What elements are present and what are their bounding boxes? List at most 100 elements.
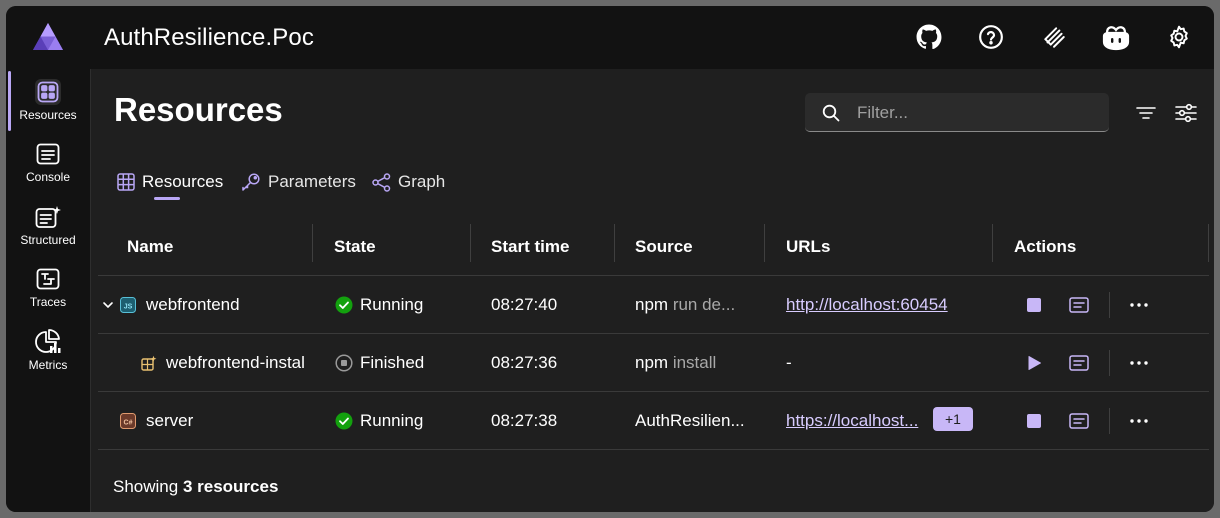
resource-state: Running: [360, 295, 424, 314]
app-window: AuthResilience.Poc Resources Console Str…: [6, 6, 1214, 512]
action-divider: [1109, 292, 1110, 318]
stop-button[interactable]: [1024, 411, 1044, 431]
resource-state: Running: [360, 411, 424, 430]
graph-nodes-icon: [372, 172, 391, 192]
start-button[interactable]: [1024, 353, 1044, 373]
column-header-name[interactable]: Name: [127, 237, 173, 257]
traces-icon: [35, 266, 61, 292]
action-divider: [1109, 408, 1110, 434]
resource-source: AuthResilien...: [635, 411, 745, 431]
source-command: npm: [635, 353, 669, 372]
sidebar-item-metrics[interactable]: Metrics: [6, 321, 90, 381]
column-resize-handle[interactable]: [992, 224, 993, 262]
search-icon: [822, 104, 840, 122]
tab-label: Parameters: [268, 172, 356, 191]
source-command: AuthResilien...: [635, 411, 745, 430]
resources-grid-icon: [35, 79, 61, 105]
endpoint-empty: -: [786, 353, 792, 372]
source-args: run de...: [672, 295, 736, 314]
source-args: install: [672, 353, 717, 372]
aspire-logo-icon[interactable]: [32, 22, 64, 52]
github-icon[interactable]: [914, 22, 944, 52]
table-row: C# server Running 08:27:38 AuthResilien.…: [98, 392, 1209, 450]
settings-sliders-icon[interactable]: [1174, 102, 1198, 124]
table-row: JS webfrontend Running 08:27:40 npm run …: [98, 276, 1209, 334]
column-resize-handle[interactable]: [470, 224, 471, 262]
csharp-project-icon: C#: [118, 411, 138, 431]
javascript-project-icon: JS: [118, 295, 138, 315]
column-header-source[interactable]: Source: [635, 237, 693, 257]
settings-gear-icon[interactable]: [1164, 22, 1194, 52]
column-header-state[interactable]: State: [334, 237, 376, 257]
resource-name[interactable]: webfrontend: [146, 295, 240, 315]
tab-label: Resources: [142, 172, 224, 191]
tab-label: Graph: [398, 172, 446, 191]
page-title: Resources: [114, 91, 283, 128]
tab-parameters[interactable]: Parameters: [241, 169, 356, 195]
column-resize-handle[interactable]: [764, 224, 765, 262]
sidebar-item-label: Console: [25, 170, 71, 184]
expand-chevron-icon[interactable]: [98, 295, 118, 315]
filter-search-box[interactable]: [805, 93, 1109, 133]
tab-resources[interactable]: Resources: [117, 169, 223, 195]
filter-input[interactable]: [855, 93, 1099, 133]
table-row: webfrontend-instal Finished 08:27:36 npm…: [98, 334, 1209, 392]
key-icon: [242, 173, 260, 191]
tab-graph[interactable]: Graph: [372, 169, 445, 195]
sidebar-item-label: Resources: [19, 108, 77, 122]
executable-project-icon: [139, 353, 159, 373]
column-resize-handle[interactable]: [312, 224, 313, 262]
svg-text:JS: JS: [124, 304, 133, 311]
sidebar-item-console[interactable]: Console: [6, 133, 90, 193]
console-logs-button[interactable]: [1069, 295, 1089, 315]
more-options-icon[interactable]: [1129, 295, 1149, 315]
sidebar-item-label: Structured: [20, 233, 76, 247]
active-tab-indicator: [154, 197, 180, 200]
running-check-icon: [334, 411, 354, 431]
endpoint-link[interactable]: https://localhost...: [786, 411, 918, 431]
resource-name[interactable]: webfrontend-instal: [166, 353, 305, 373]
main-content: Resources Filter... Resources Parameters…: [91, 69, 1214, 512]
more-urls-badge[interactable]: +1: [933, 407, 973, 431]
footer-count: 3 resources: [182, 477, 279, 496]
column-resize-handle[interactable]: [1208, 224, 1209, 262]
footer-prefix: Showing: [113, 477, 179, 496]
action-divider: [1109, 350, 1110, 376]
app-title: AuthResilience.Poc: [104, 24, 314, 51]
resource-name[interactable]: server: [146, 411, 193, 431]
metrics-chart-icon: [35, 329, 61, 355]
sidebar-item-resources[interactable]: Resources: [6, 71, 90, 131]
column-header-start-time[interactable]: Start time: [491, 237, 569, 257]
table-grid-icon: [117, 173, 135, 191]
more-options-icon[interactable]: [1129, 353, 1149, 373]
column-resize-handle[interactable]: [614, 224, 615, 262]
help-icon[interactable]: [976, 22, 1006, 52]
sidebar: Resources Console Structured Traces Metr…: [6, 69, 91, 512]
sidebar-item-label: Traces: [29, 295, 67, 309]
resource-count-footer: Showing 3 resources: [113, 477, 278, 497]
copilot-icon[interactable]: [1101, 22, 1131, 52]
source-command: npm: [635, 295, 669, 314]
stop-button[interactable]: [1024, 295, 1044, 315]
resource-start-time: 08:27:40: [491, 295, 558, 314]
column-header-urls[interactable]: URLs: [786, 237, 830, 257]
svg-text:C#: C#: [124, 419, 133, 426]
endpoint-link[interactable]: http://localhost:60454: [786, 295, 948, 315]
column-header-actions: Actions: [1014, 237, 1077, 256]
filter-lines-icon[interactable]: [1134, 102, 1158, 124]
structured-logs-icon: [35, 204, 61, 230]
console-icon: [35, 141, 61, 167]
console-logs-button[interactable]: [1069, 353, 1089, 373]
top-bar: AuthResilience.Poc: [6, 6, 1214, 70]
sidebar-item-structured[interactable]: Structured: [6, 196, 90, 256]
sidebar-active-indicator: [8, 71, 11, 131]
console-logs-button[interactable]: [1069, 411, 1089, 431]
sidebar-item-label: Metrics: [28, 358, 68, 372]
resource-source: npm run de...: [635, 295, 735, 315]
more-options-icon[interactable]: [1129, 411, 1149, 431]
finished-status-icon: [334, 353, 354, 373]
running-check-icon: [334, 295, 354, 315]
resource-start-time: 08:27:36: [491, 353, 558, 372]
developer-tools-icon[interactable]: [1039, 22, 1069, 52]
sidebar-item-traces[interactable]: Traces: [6, 258, 90, 318]
